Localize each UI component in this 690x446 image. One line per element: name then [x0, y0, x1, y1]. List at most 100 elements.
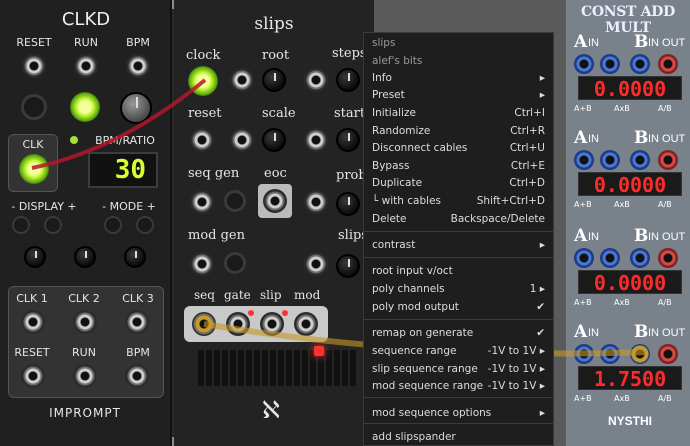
a-in-jack-1[interactable] — [574, 54, 594, 74]
steps-label: steps — [332, 46, 367, 61]
menu-item-poly-channels[interactable]: poly channels 1 ▸ — [372, 281, 545, 297]
a-in2-jack-3[interactable] — [600, 248, 620, 268]
out-jack-2[interactable] — [658, 150, 678, 170]
scale-input-jack[interactable] — [230, 128, 254, 152]
menu-item-contrast[interactable]: contrast ▸ — [372, 237, 545, 253]
menu-item-disconnect[interactable]: Disconnect cables Ctrl+U — [372, 140, 545, 156]
bpm-knob[interactable] — [120, 92, 152, 124]
scale-knob[interactable] — [262, 128, 286, 152]
clk1-ratio-knob[interactable] — [24, 246, 46, 268]
a-in2-jack-2[interactable] — [600, 150, 620, 170]
clk2-out-jack[interactable] — [73, 310, 97, 334]
impromptu-logo: IMPROMPT — [49, 406, 121, 420]
run-out-jack[interactable] — [73, 364, 97, 388]
menu-item-initialize[interactable]: Initialize Ctrl+I — [372, 105, 545, 121]
b-in-jack-3[interactable] — [630, 248, 650, 268]
clk-label: CLK — [22, 138, 44, 151]
start-knob[interactable] — [336, 128, 360, 152]
display-plus-button[interactable] — [44, 216, 62, 234]
gate-led — [248, 310, 254, 316]
out-jack-1[interactable] — [658, 54, 678, 74]
clk1-out-jack[interactable] — [21, 310, 45, 334]
a-in-jack-2[interactable] — [574, 150, 594, 170]
menu-item-duplicate-cables[interactable]: └ with cables Shift+Ctrl+D — [372, 193, 545, 209]
a-in-label-4: IN — [588, 327, 599, 339]
mod-output-jack[interactable] — [294, 312, 318, 336]
out-jack-3[interactable] — [658, 248, 678, 268]
step-display — [198, 350, 358, 386]
menu-item-mod-options[interactable]: mod sequence options ▸ — [372, 405, 545, 421]
clk-out-jack[interactable] — [19, 154, 49, 184]
context-menu: slips alef's bits Info ▸ Preset ▸ Initiali… — [363, 32, 554, 446]
bpm-out-jack[interactable] — [125, 364, 149, 388]
gate-output-jack[interactable] — [226, 312, 250, 336]
mode-plus-button[interactable] — [136, 216, 154, 234]
slips-module: slips clock root steps reset scale start… — [174, 0, 374, 446]
start-label: start — [334, 106, 366, 121]
menu-item-slip-range[interactable]: slip sequence range -1V to 1V ▸ — [372, 361, 545, 377]
bpm-display: 30 — [88, 152, 158, 188]
run-label: RUN — [74, 36, 98, 49]
steps-knob[interactable] — [336, 68, 360, 92]
a-in-label-2: IN — [588, 133, 599, 145]
op-add-3: A+B — [574, 298, 592, 307]
seq-gen-button[interactable] — [224, 190, 246, 212]
reset-out-jack[interactable] — [21, 364, 45, 388]
clk3-ratio-knob[interactable] — [124, 246, 146, 268]
seq-gen-input-jack[interactable] — [190, 190, 214, 214]
reset-input-jack[interactable] — [22, 54, 46, 78]
clk2-ratio-knob[interactable] — [74, 246, 96, 268]
slips-knob[interactable] — [336, 254, 360, 278]
clk3-out-jack[interactable] — [125, 310, 149, 334]
mod-gen-button[interactable] — [224, 252, 246, 274]
bpm-input-jack[interactable] — [126, 54, 150, 78]
op-mult-3: AxB — [614, 298, 630, 307]
menu-item-mod-range[interactable]: mod sequence range -1V to 1V ▸ — [372, 378, 545, 394]
start-input-jack[interactable] — [304, 128, 328, 152]
b-in-jack-1[interactable] — [630, 54, 650, 74]
a-in2-jack-4[interactable] — [600, 344, 620, 364]
op-mult-1: AxB — [614, 104, 630, 113]
slip-output-jack[interactable] — [260, 312, 284, 336]
run-input-jack[interactable] — [74, 54, 98, 78]
bpm-ratio-label: BPM/RATIO — [95, 134, 155, 147]
value-display-4: 1.7500 — [578, 366, 682, 391]
clk-led — [70, 136, 78, 144]
clock-input-jack[interactable] — [188, 66, 218, 96]
reset-button[interactable] — [21, 94, 47, 120]
slips-input-jack[interactable] — [304, 252, 328, 276]
menu-separator — [364, 257, 553, 258]
a-in-jack-3[interactable] — [574, 248, 594, 268]
menu-item-delete[interactable]: Delete Backspace/Delete — [372, 211, 545, 227]
a-in-jack-4[interactable] — [574, 344, 594, 364]
menu-item-duplicate[interactable]: Duplicate Ctrl+D — [372, 175, 545, 191]
display-label: - DISPLAY + — [11, 200, 77, 213]
display-minus-button[interactable] — [12, 216, 30, 234]
menu-item-seq-range[interactable]: sequence range -1V to 1V ▸ — [372, 343, 545, 359]
b-in-jack-4[interactable] — [630, 344, 650, 364]
b-in-jack-2[interactable] — [630, 150, 650, 170]
mode-minus-button[interactable] — [104, 216, 122, 234]
root-input-jack[interactable] — [230, 68, 254, 92]
steps-input-jack[interactable] — [304, 68, 328, 92]
const-add-mult-module: CONST ADD MULT A IN B IN OUT 0.0000 A+B … — [566, 0, 690, 446]
seq-output-jack[interactable] — [192, 312, 216, 336]
prob-knob[interactable] — [336, 192, 360, 216]
menu-item-root-input[interactable]: root input v/oct — [372, 263, 545, 279]
root-knob[interactable] — [262, 68, 286, 92]
mod-gen-input-jack[interactable] — [190, 252, 214, 276]
menu-item-bypass[interactable]: Bypass Ctrl+E — [372, 158, 545, 174]
menu-item-info[interactable]: Info ▸ — [372, 70, 545, 86]
menu-item-add-slipspander[interactable]: add slipspander — [372, 429, 545, 445]
a-label-4: A — [574, 322, 588, 342]
menu-item-poly-mod[interactable]: poly mod output ✔ — [372, 299, 545, 315]
menu-item-preset[interactable]: Preset ▸ — [372, 87, 545, 103]
a-in2-jack-1[interactable] — [600, 54, 620, 74]
menu-item-remap[interactable]: remap on generate ✔ — [372, 325, 545, 341]
out-jack-4[interactable] — [658, 344, 678, 364]
eoc-output-jack[interactable] — [263, 189, 287, 213]
prob-input-jack[interactable] — [304, 190, 328, 214]
menu-item-randomize[interactable]: Randomize Ctrl+R — [372, 123, 545, 139]
reset-input-jack-slips[interactable] — [190, 128, 214, 152]
a-label-3: A — [574, 226, 588, 246]
